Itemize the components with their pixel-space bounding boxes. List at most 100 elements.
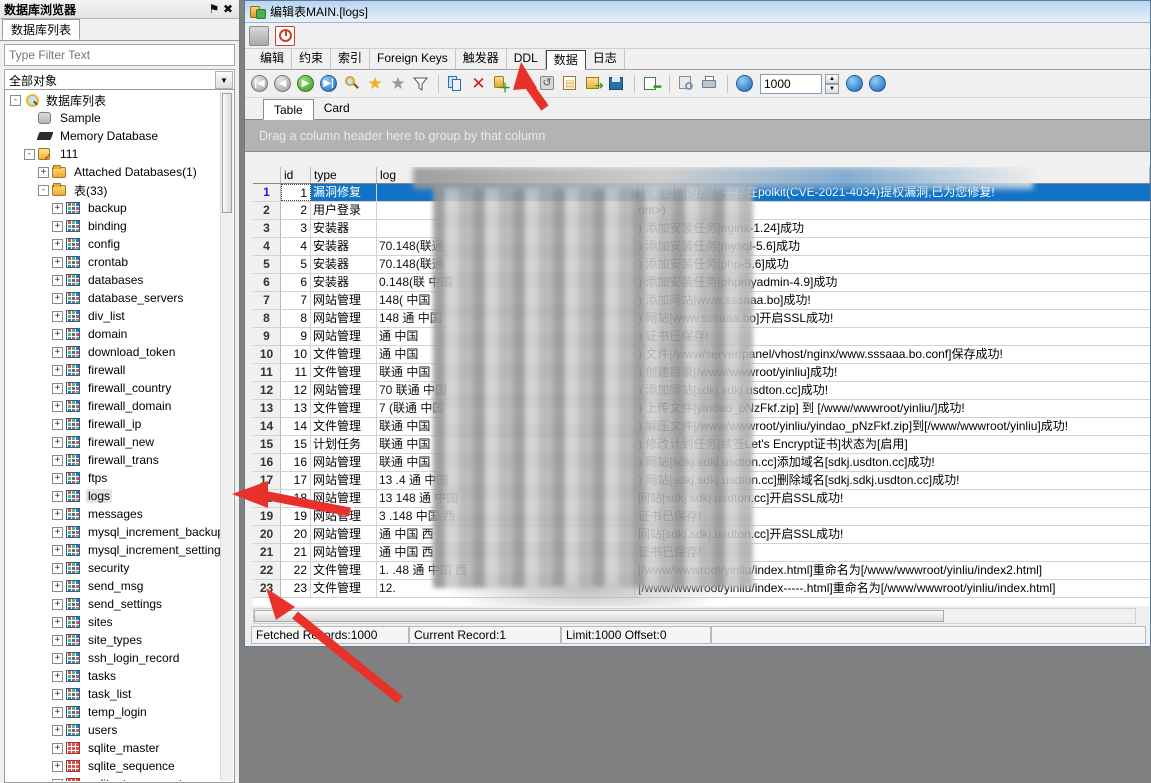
editor-tab-3[interactable]: Foreign Keys xyxy=(370,49,456,69)
cell-redacted[interactable]: 13 .4 通 中国 xyxy=(377,472,635,489)
editor-tab-5[interactable]: DDL xyxy=(507,49,546,69)
row-indicator[interactable]: 13 xyxy=(253,400,281,417)
cell-redacted[interactable]: 通 中国 xyxy=(377,328,635,345)
row-indicator[interactable]: 11 xyxy=(253,364,281,381)
prev-page-icon[interactable]: ◀ xyxy=(273,74,293,94)
expand-icon[interactable]: + xyxy=(52,256,63,268)
cell-log[interactable]: [/www/wwwroot/yinliu/index.html]重命名为[/ww… xyxy=(635,562,1150,579)
editor-tab-7[interactable]: 日志 xyxy=(586,49,625,69)
close-icon[interactable]: ✖ xyxy=(221,2,235,16)
print-icon[interactable] xyxy=(700,74,720,94)
cell-log[interactable]: ) 修改计划任务[续签Let's Encrypt证书]状态为[启用] xyxy=(635,436,1150,453)
expand-icon[interactable]: + xyxy=(52,508,63,520)
cell-redacted[interactable] xyxy=(377,184,635,201)
cell-id[interactable]: 15 xyxy=(281,436,311,453)
cell-log[interactable]: 证书已保存! xyxy=(635,508,1150,525)
tree-node-logs[interactable]: + logs xyxy=(6,487,220,505)
cell-log[interactable]: ) 网站[www.sssaaa.bo]开启SSL成功! xyxy=(635,310,1150,327)
tree-node-crontab[interactable]: + crontab xyxy=(6,253,220,271)
cell-id[interactable]: 6 xyxy=(281,274,311,291)
cell-id[interactable]: 18 xyxy=(281,490,311,507)
table-row[interactable]: 15 15 计划任务 联通 中国) 修改计划任务[续签Let's Encrypt证书]… xyxy=(253,436,1150,454)
tree-node-firewall[interactable]: + firewall xyxy=(6,361,220,379)
table-row[interactable]: 6 6 安装器 0.148(联 中国) 添加安装任务[phpmyadmin-4.9]成… xyxy=(253,274,1150,292)
table-row[interactable]: 17 17 网站管理 13 .4 通 中国) 网站[sdkj.sdkj.usdton.… xyxy=(253,472,1150,490)
cell-log[interactable]: 网站[sdkj.sdkj.usdton.cc]开启SSL成功! xyxy=(635,490,1150,507)
tree-node-memory-database[interactable]: Memory Database xyxy=(6,127,220,145)
editor-tabs[interactable]: 编辑 约束 索引 Foreign Keys 触发器 DDL 数据 日志 xyxy=(245,49,1150,70)
table-row[interactable]: 14 14 文件管理 联通 中国) 解压文件[/www/wwwroot/yinliu/… xyxy=(253,418,1150,436)
table-row[interactable]: 5 5 安装器 70.148(联通) 添加安装任务[php-5.6]成功 xyxy=(253,256,1150,274)
object-filter-combo[interactable]: 全部对象 ▼ xyxy=(4,69,235,91)
editor-tab-1[interactable]: 约束 xyxy=(292,49,332,69)
filter-icon[interactable] xyxy=(411,74,431,94)
cell-redacted[interactable]: 70 联通 中国 xyxy=(377,382,635,399)
row-indicator[interactable]: 16 xyxy=(253,454,281,471)
expand-icon[interactable]: + xyxy=(52,706,63,718)
cell-log[interactable]: ) 证书已保存! xyxy=(635,328,1150,345)
last-page-icon[interactable]: ▶| xyxy=(319,74,339,94)
expand-icon[interactable]: + xyxy=(52,418,63,430)
add-row-icon[interactable]: ＋ xyxy=(492,74,512,94)
table-row[interactable]: 13 13 文件管理 7 (联通 中国) 上传文件[yindao_pNzFkf.zip… xyxy=(253,400,1150,418)
cell-id[interactable]: 4 xyxy=(281,238,311,255)
row-indicator[interactable]: 15 xyxy=(253,436,281,453)
tree-node--[interactable]: - 数据库列表 xyxy=(6,91,220,109)
grid-horizontal-scrollbar[interactable] xyxy=(253,608,1136,624)
table-row[interactable]: 22 22 文件管理 1. .48 通 中国 西 [/www/wwwroot/yinli… xyxy=(253,562,1150,580)
cell-redacted[interactable]: 0.148(联 中国 xyxy=(377,274,635,291)
cell-type[interactable]: 文件管理 xyxy=(311,400,377,417)
filter-input[interactable] xyxy=(4,44,235,66)
grid-hscroll-thumb[interactable] xyxy=(254,610,944,622)
tree-node-div_list[interactable]: + div_list xyxy=(6,307,220,325)
bookmark-remove-icon[interactable]: ★ xyxy=(388,74,408,94)
cell-log[interactable]: ) 解压文件[/www/wwwroot/yinliu/yindao_pNzFkf… xyxy=(635,418,1150,435)
expand-icon[interactable]: + xyxy=(52,652,63,664)
edit-row-icon[interactable] xyxy=(515,74,535,94)
table-row[interactable]: 19 19 网站管理 3 .148 中国 西证书已保存! xyxy=(253,508,1150,526)
expand-icon[interactable]: + xyxy=(52,688,63,700)
cell-redacted[interactable]: 70.148(联通 xyxy=(377,256,635,273)
limit-spinner[interactable]: ▲ ▼ xyxy=(825,73,839,94)
tree-vertical-scrollbar[interactable] xyxy=(220,91,233,781)
tree-node-backup[interactable]: + backup xyxy=(6,199,220,217)
expand-icon[interactable]: + xyxy=(52,346,63,358)
cell-redacted[interactable]: 7 (联通 中国 xyxy=(377,400,635,417)
tree-node-users[interactable]: + users xyxy=(6,721,220,739)
cell-log[interactable]: [/www/wwwroot/yinliu/index-----.html]重命名… xyxy=(635,580,1150,597)
cell-log[interactable]: ) 添加安装任务[phpmyadmin-4.9]成功 xyxy=(635,274,1150,291)
table-row[interactable]: 11 11 文件管理 联通 中国) 创建目录[/www/wwwroot/yinliu]… xyxy=(253,364,1150,382)
import-icon[interactable]: ▤ xyxy=(561,74,581,94)
tree-node-ftps[interactable]: + ftps xyxy=(6,469,220,487)
expand-icon[interactable]: + xyxy=(52,742,63,754)
expand-icon[interactable]: + xyxy=(52,436,63,448)
cell-redacted[interactable]: 3 .148 中国 西 xyxy=(377,508,635,525)
cell-log[interactable]: ) 网站[sdkj.sdkj.usdton.cc]添加域名[sdkj.usdto… xyxy=(635,454,1150,471)
grid-header-type[interactable]: type xyxy=(311,167,377,183)
cell-type[interactable]: 文件管理 xyxy=(311,364,377,381)
cell-type[interactable]: 文件管理 xyxy=(311,580,377,597)
cell-log[interactable]: ) 创建目录[/www/wwwroot/yinliu]成功! xyxy=(635,364,1150,381)
table-row[interactable]: 1 1 漏洞修复 检测到您的系统中存在polkit(CVE-2021-4034)提权漏… xyxy=(253,184,1150,202)
cell-id[interactable]: 13 xyxy=(281,400,311,417)
cell-type[interactable]: 网站管理 xyxy=(311,310,377,327)
table-row[interactable]: 9 9 网站管理通 中国) 证书已保存! xyxy=(253,328,1150,346)
expand-icon[interactable]: + xyxy=(38,166,49,178)
table-row[interactable]: 8 8 网站管理 148 通 中国) 网站[www.sssaaa.bo]开启SSL成功… xyxy=(253,310,1150,328)
cell-type[interactable]: 用户登录 xyxy=(311,202,377,219)
tree-node--33-[interactable]: - 表(33) xyxy=(6,181,220,199)
cell-log[interactable]: ont>) xyxy=(635,202,1150,219)
row-indicator[interactable]: 4 xyxy=(253,238,281,255)
row-indicator[interactable]: 17 xyxy=(253,472,281,489)
expand-icon[interactable]: + xyxy=(52,220,63,232)
expand-icon[interactable]: + xyxy=(52,598,63,610)
gray-block-icon[interactable] xyxy=(249,25,269,46)
commit-data-icon[interactable]: ⬅ xyxy=(642,74,662,94)
row-indicator[interactable]: 2 xyxy=(253,202,281,219)
row-indicator[interactable]: 21 xyxy=(253,544,281,561)
table-row[interactable]: 20 20 网站管理通 中国 西网站[sdkj.sdkj.usdton.cc]开启S… xyxy=(253,526,1150,544)
cell-type[interactable]: 安装器 xyxy=(311,238,377,255)
row-indicator[interactable]: 5 xyxy=(253,256,281,273)
cell-redacted[interactable] xyxy=(377,202,635,219)
tree-node-firewall_domain[interactable]: + firewall_domain xyxy=(6,397,220,415)
